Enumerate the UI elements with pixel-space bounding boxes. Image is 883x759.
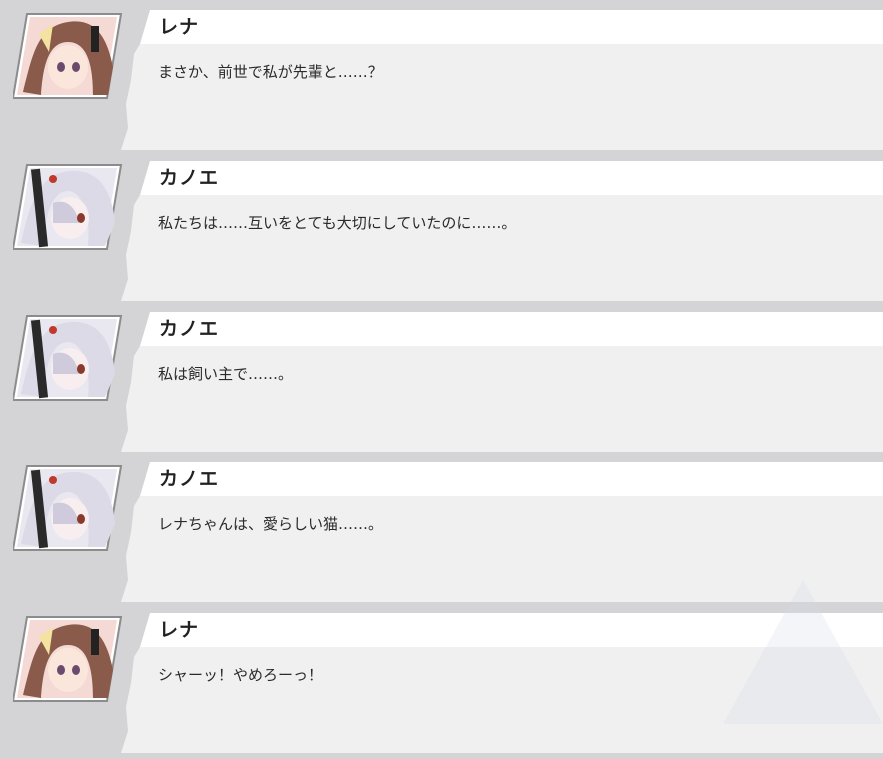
dialogue-bubble [0,308,883,458]
avatar-rena [13,615,123,703]
dialogue-bubble [0,6,883,156]
log-entry: カノエ レナちゃんは、愛らしい猫……。 [0,458,883,608]
avatar-kanoe [13,464,123,552]
speaker-name: レナ [159,619,200,641]
avatar-kanoe [13,163,123,251]
dialogue-text: 私たちは……互いをとても大切にしていたのに……。 [158,214,517,232]
speaker-name: カノエ [159,167,220,189]
log-entry: レナ まさか、前世で私が先輩と……？ [0,6,883,156]
avatar-kanoe [13,314,123,402]
speaker-name: カノエ [159,318,220,340]
dialogue-text: シャーッ！やめろーっ！ [158,666,324,684]
log-entry: カノエ 私たちは……互いをとても大切にしていたのに……。 [0,157,883,307]
dialogue-text: 私は飼い主で……。 [158,365,294,383]
dialogue-text: まさか、前世で私が先輩と……？ [158,63,383,81]
dialogue-log[interactable]: レナ まさか、前世で私が先輩と……？ カノエ 私たちは……互いをとても大切にして [0,0,883,753]
log-entry: カノエ 私は飼い主で……。 [0,308,883,458]
speaker-name: カノエ [159,468,220,490]
speaker-name: レナ [159,16,200,38]
dialogue-bubble [0,609,883,759]
dialogue-bubble [0,458,883,608]
dialogue-text: レナちゃんは、愛らしい猫……。 [158,515,384,533]
avatar-rena [13,12,123,100]
log-entry: レナ シャーッ！やめろーっ！ [0,609,883,759]
